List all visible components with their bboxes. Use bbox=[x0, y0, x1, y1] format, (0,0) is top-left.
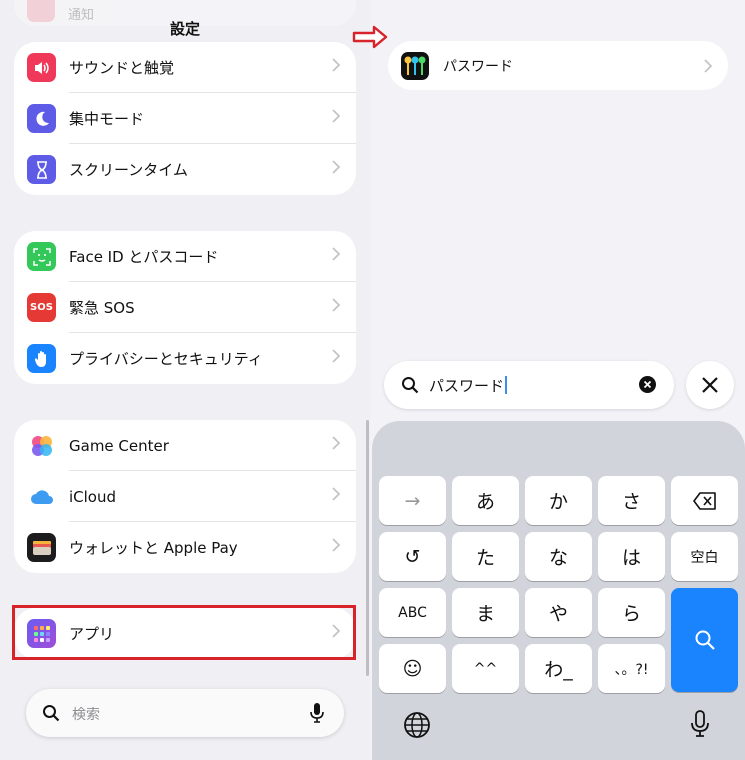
key-sa[interactable]: さ bbox=[598, 476, 665, 525]
faceid-label: Face ID とパスコード bbox=[69, 248, 219, 266]
sounds-label: サウンドと触覚 bbox=[69, 59, 175, 77]
microphone-icon[interactable] bbox=[690, 710, 710, 738]
chevron-right-icon bbox=[332, 349, 340, 363]
key-abc[interactable]: ABC bbox=[379, 588, 446, 637]
search-icon bbox=[43, 705, 60, 722]
passwords-app-icon bbox=[401, 52, 429, 80]
search-input[interactable]: パスワード bbox=[384, 361, 674, 409]
key-ra[interactable]: ら bbox=[598, 588, 665, 637]
key-ha[interactable]: は bbox=[598, 532, 665, 581]
key-undo[interactable]: ↺ bbox=[379, 532, 446, 581]
delete-icon bbox=[692, 491, 716, 510]
search-panel: パスワード パスワード → あ か さ ↺ た な は 空白 ABC ま や ら bbox=[352, 0, 745, 760]
clear-search-icon[interactable] bbox=[639, 376, 656, 393]
sidebar-item-game-center[interactable]: Game Center bbox=[14, 420, 356, 471]
search-icon bbox=[402, 377, 419, 394]
cancel-search-button[interactable] bbox=[686, 361, 734, 409]
chevron-right-icon bbox=[332, 160, 340, 174]
hourglass-icon bbox=[27, 155, 56, 184]
key-kaomoji[interactable]: ^^ bbox=[452, 644, 519, 693]
settings-search-bar[interactable]: 検索 bbox=[26, 689, 344, 737]
settings-group-2: Face ID とパスコード SOS 緊急 SOS プライバシーとセキュリティ bbox=[14, 231, 356, 384]
chevron-right-icon bbox=[332, 436, 340, 450]
screen-time-label: スクリーンタイム bbox=[69, 161, 188, 179]
chevron-right-icon bbox=[332, 298, 340, 312]
page-title: 設定 bbox=[169, 20, 200, 38]
key-punctuation[interactable]: 、。?! bbox=[598, 644, 665, 693]
space-key[interactable]: 空白 bbox=[671, 532, 738, 581]
arrow-right-icon bbox=[352, 25, 388, 49]
wallet-label: ウォレットと Apple Pay bbox=[69, 539, 238, 557]
sidebar-item-icloud[interactable]: iCloud bbox=[14, 471, 356, 522]
sidebar-item-faceid[interactable]: Face ID とパスコード bbox=[14, 231, 356, 282]
key-ka[interactable]: か bbox=[525, 476, 592, 525]
search-result-passwords[interactable]: パスワード bbox=[388, 41, 728, 90]
focus-label: 集中モード bbox=[69, 110, 145, 128]
hand-icon bbox=[27, 344, 56, 373]
search-key[interactable] bbox=[671, 588, 738, 692]
chevron-right-icon bbox=[332, 487, 340, 501]
faceid-icon bbox=[27, 242, 56, 271]
icloud-label: iCloud bbox=[69, 487, 117, 506]
moon-icon bbox=[27, 104, 56, 133]
key-ta[interactable]: た bbox=[452, 532, 519, 581]
sos-icon: SOS bbox=[27, 293, 56, 322]
game-center-icon bbox=[27, 431, 56, 460]
settings-panel: 通知 設定 サウンドと触覚 集中モード スクリーンタイム Face ID とパス… bbox=[0, 0, 370, 760]
search-placeholder: 検索 bbox=[72, 707, 100, 723]
key-wa[interactable]: わ_ bbox=[525, 644, 592, 693]
chevron-right-icon bbox=[332, 538, 340, 552]
chevron-right-icon bbox=[704, 59, 712, 73]
cloud-icon bbox=[27, 482, 56, 511]
microphone-icon[interactable] bbox=[310, 702, 324, 724]
key-emoji[interactable]: ☺ bbox=[379, 644, 446, 693]
chevron-right-icon bbox=[332, 58, 340, 72]
sidebar-item-sounds[interactable]: サウンドと触覚 bbox=[14, 42, 356, 93]
highlight-box bbox=[12, 605, 356, 660]
sidebar-item-privacy[interactable]: プライバシーとセキュリティ bbox=[14, 333, 356, 384]
settings-group-1: サウンドと触覚 集中モード スクリーンタイム bbox=[14, 42, 356, 195]
key-ya[interactable]: や bbox=[525, 588, 592, 637]
result-label: パスワード bbox=[443, 59, 513, 75]
search-input-value: パスワード bbox=[429, 375, 508, 396]
key-na[interactable]: な bbox=[525, 532, 592, 581]
chevron-right-icon bbox=[332, 109, 340, 123]
close-icon bbox=[702, 377, 718, 393]
key-arrow-right[interactable]: → bbox=[379, 476, 446, 525]
sidebar-item-sos[interactable]: SOS 緊急 SOS bbox=[14, 282, 356, 333]
key-ma[interactable]: ま bbox=[452, 588, 519, 637]
sidebar-item-wallet[interactable]: ウォレットと Apple Pay bbox=[14, 522, 356, 573]
sidebar-item-focus[interactable]: 集中モード bbox=[14, 93, 356, 144]
key-a[interactable]: あ bbox=[452, 476, 519, 525]
keyboard: → あ か さ ↺ た な は 空白 ABC ま や ら ☺ ^^ わ_ 、。?… bbox=[372, 421, 745, 760]
scrollbar[interactable] bbox=[366, 420, 369, 676]
globe-icon[interactable] bbox=[403, 711, 431, 739]
wallet-icon bbox=[27, 533, 56, 562]
chevron-right-icon bbox=[332, 247, 340, 261]
sos-label: 緊急 SOS bbox=[69, 299, 135, 317]
sidebar-item-screen-time[interactable]: スクリーンタイム bbox=[14, 144, 356, 195]
speaker-icon bbox=[27, 53, 56, 82]
settings-group-3: Game Center iCloud ウォレットと Apple Pay bbox=[14, 420, 356, 573]
search-icon bbox=[695, 630, 715, 650]
delete-key[interactable] bbox=[671, 476, 738, 525]
privacy-label: プライバシーとセキュリティ bbox=[69, 350, 263, 368]
game-center-label: Game Center bbox=[69, 436, 169, 455]
